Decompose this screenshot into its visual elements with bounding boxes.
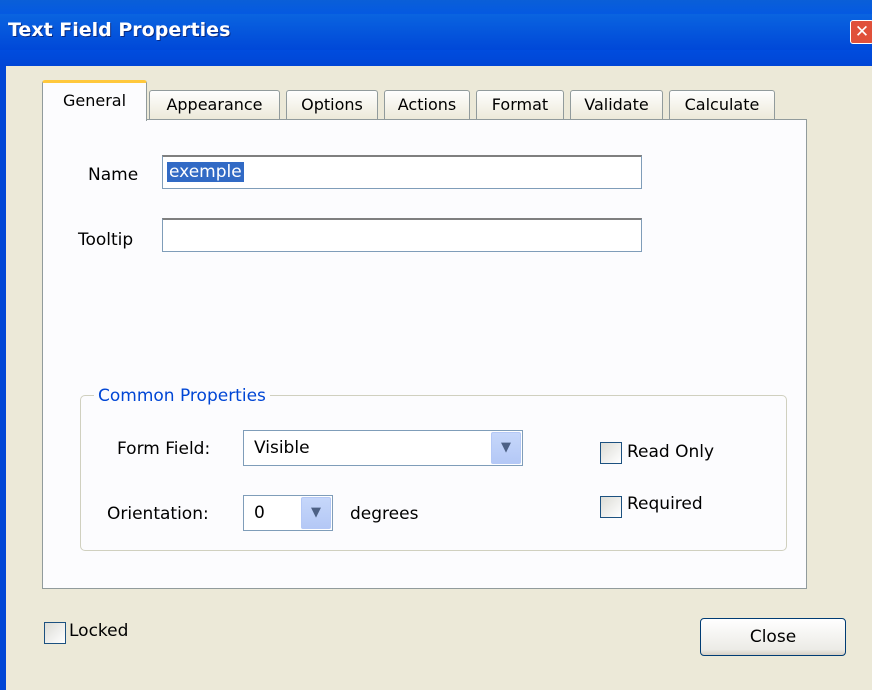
form-field-label: Form Field:: [117, 439, 211, 459]
required-checkbox[interactable]: [600, 496, 622, 518]
name-input[interactable]: exemple: [162, 155, 642, 189]
tab-label: Options: [301, 95, 363, 114]
title-bar[interactable]: Text Field Properties ✕: [0, 0, 872, 66]
tab-label: Calculate: [684, 95, 760, 114]
orientation-label: Orientation:: [107, 504, 209, 524]
orientation-value: 0: [254, 503, 265, 523]
chevron-down-icon[interactable]: ▼: [491, 432, 521, 464]
tab-label: Format: [491, 95, 549, 114]
close-window-icon[interactable]: ✕: [850, 20, 872, 44]
required-label: Required: [627, 494, 703, 514]
tab-label: Validate: [584, 95, 649, 114]
form-field-select[interactable]: Visible ▼: [243, 430, 523, 466]
close-button[interactable]: Close: [700, 618, 846, 656]
name-input-value: exemple: [167, 162, 244, 182]
common-properties-group: [80, 395, 787, 551]
form-field-value: Visible: [254, 438, 310, 458]
common-properties-legend: Common Properties: [94, 386, 270, 406]
tooltip-label: Tooltip: [78, 230, 134, 250]
tooltip-input[interactable]: [162, 218, 642, 252]
close-button-label: Close: [749, 627, 797, 647]
read-only-checkbox[interactable]: [600, 442, 622, 464]
read-only-label: Read Only: [627, 442, 715, 462]
tab-validate[interactable]: Validate: [570, 90, 663, 120]
window-title: Text Field Properties: [8, 19, 231, 41]
tab-label: Appearance: [166, 95, 263, 114]
locked-checkbox[interactable]: [44, 622, 66, 644]
orientation-select[interactable]: 0 ▼: [243, 495, 333, 531]
tab-label: Actions: [397, 95, 457, 114]
tab-actions[interactable]: Actions: [384, 90, 470, 120]
name-label: Name: [88, 165, 139, 185]
degrees-label: degrees: [350, 504, 419, 524]
locked-label: Locked: [69, 621, 129, 641]
chevron-down-icon[interactable]: ▼: [301, 497, 331, 529]
tab-calculate[interactable]: Calculate: [669, 90, 775, 120]
tab-options[interactable]: Options: [286, 90, 378, 120]
tab-format[interactable]: Format: [476, 90, 564, 120]
tab-label: General: [62, 91, 127, 110]
tab-general[interactable]: General: [42, 80, 147, 121]
tab-appearance[interactable]: Appearance: [149, 90, 280, 120]
